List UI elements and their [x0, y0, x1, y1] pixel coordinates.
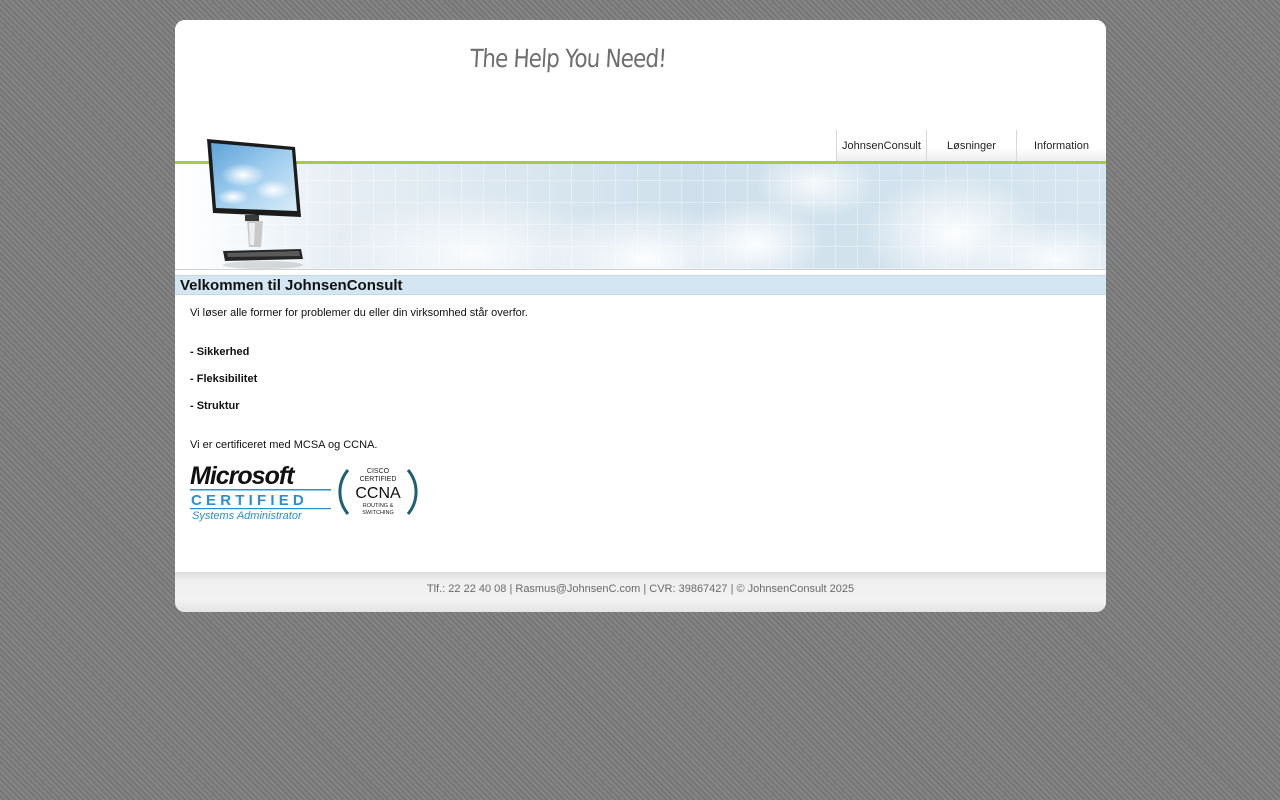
feature-item: - Fleksibilitet — [190, 373, 258, 385]
footer-cvr: CVR: 39867427 — [649, 583, 728, 595]
microsoft-role-label: Systems Administrator — [192, 510, 303, 522]
page-container: The Help You Need! JohnsenConsult Løsnin… — [175, 20, 1106, 612]
microsoft-certified-label: CERTIFIED — [191, 492, 308, 509]
certification-text: Vi er certificeret med MCSA og CCNA. — [190, 439, 378, 451]
nav-item-losninger[interactable]: Løsninger — [926, 130, 1016, 162]
monitor-illustration — [207, 139, 303, 269]
cisco-ccna-logo: CISCO CERTIFIED CCNA ROUTING & SWITCHING — [338, 468, 418, 516]
footer-separator: | — [730, 583, 734, 595]
feature-item: - Struktur — [190, 400, 240, 412]
footer-copyright: © JohnsenConsult 2025 — [736, 583, 855, 595]
microsoft-certified-logo: Microsoft CERTIFIED Systems Administrato… — [190, 462, 331, 522]
cisco-label: CISCO — [367, 468, 390, 475]
footer-separator: | — [643, 583, 647, 595]
intro-text: Vi løser alle former for problemer du el… — [190, 307, 528, 319]
sky-banner — [175, 164, 1106, 269]
nav-item-information[interactable]: Information — [1016, 130, 1106, 162]
cisco-certified-label: CERTIFIED — [360, 476, 397, 483]
footer-separator: | — [509, 583, 513, 595]
page-title: Velkommen til JohnsenConsult — [180, 277, 403, 294]
feature-item: - Sikkerhed — [190, 346, 250, 358]
page-title-bar: Velkommen til JohnsenConsult — [175, 275, 1106, 295]
nav-item-johnsenconsult[interactable]: JohnsenConsult — [836, 130, 926, 162]
main-navigation: JohnsenConsult Løsninger Information — [836, 130, 1106, 162]
site-tagline: The Help You Need! — [469, 44, 667, 73]
ccna-label: CCNA — [355, 485, 401, 502]
footer-phone: Tlf.: 22 22 40 08 — [426, 583, 507, 595]
footer-text: Tlf.: 22 22 40 08 | Rasmus@JohnsenC.com … — [175, 583, 1106, 595]
microsoft-wordmark: Microsoft — [190, 462, 296, 490]
ccna-track-line1: ROUTING & — [363, 503, 394, 509]
ccna-track-line2: SWITCHING — [362, 510, 393, 516]
site-header: The Help You Need! JohnsenConsult Løsnin… — [175, 20, 1106, 163]
footer-email-link[interactable]: Rasmus@JohnsenC.com — [515, 583, 640, 595]
site-footer: Tlf.: 22 22 40 08 | Rasmus@JohnsenC.com … — [175, 572, 1106, 612]
banner-divider — [175, 269, 1106, 270]
